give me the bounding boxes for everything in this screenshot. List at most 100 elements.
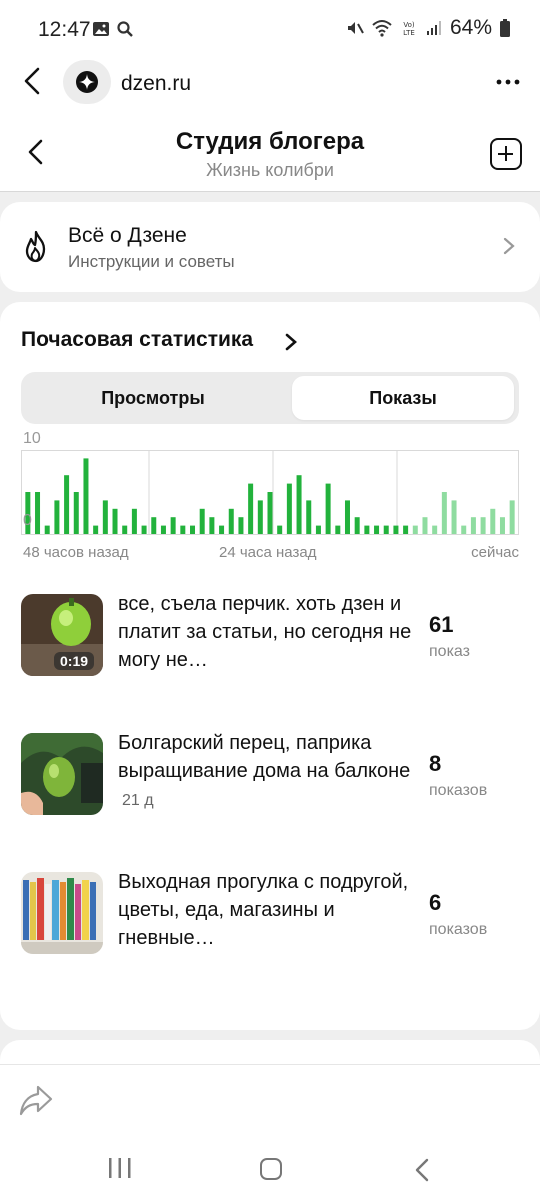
share-icon[interactable] xyxy=(18,1083,54,1117)
chart-bar xyxy=(73,492,79,534)
chart-bar xyxy=(393,525,399,534)
item-title[interactable]: Выходная прогулка с подругой, цветы, еда… xyxy=(118,868,414,952)
list-item[interactable]: Болгарский перец, паприка выращивание до… xyxy=(0,729,540,819)
chart-bar xyxy=(199,508,205,534)
video-thumbnail[interactable] xyxy=(21,872,103,954)
browser-back-icon[interactable] xyxy=(18,66,48,96)
battery-percent: 64% xyxy=(449,16,492,39)
chart-bar xyxy=(509,500,515,534)
impressions-count: 61 xyxy=(429,612,454,637)
system-nav-bar xyxy=(0,1134,540,1200)
status-left-icons xyxy=(92,20,134,38)
chart-bar xyxy=(315,525,321,534)
tab-views[interactable]: Просмотры xyxy=(42,376,264,420)
chevron-right-icon[interactable] xyxy=(284,332,298,352)
about-dzen-card[interactable]: Всё о Дзене Инструкции и советы xyxy=(0,202,540,292)
chart-bar xyxy=(306,500,312,534)
status-bar: 12:47 Vo) LTE 64% xyxy=(0,0,540,60)
home-icon[interactable] xyxy=(260,1158,282,1180)
chart-bar xyxy=(209,517,215,534)
item-title[interactable]: все, съела перчик. хоть дзен и платит за… xyxy=(118,590,414,674)
item-title[interactable]: Болгарский перец, паприка выращивание до… xyxy=(118,729,414,815)
chart-bar xyxy=(441,492,447,534)
x-label-now: сейчас xyxy=(471,544,519,561)
status-right: Vo) LTE 64% xyxy=(346,16,510,40)
about-title: Всё о Дзене xyxy=(68,224,187,247)
chart-bar xyxy=(64,475,70,534)
chart-bar xyxy=(54,500,60,534)
chart-bar xyxy=(335,525,341,534)
chart-bar xyxy=(257,500,263,534)
chart-bar xyxy=(383,525,389,534)
nav-back-icon[interactable] xyxy=(414,1158,430,1182)
chart-bar xyxy=(422,517,428,534)
tab-impressions[interactable]: Показы xyxy=(292,376,514,420)
chart-bar xyxy=(344,500,350,534)
metric-segmented-control: Просмотры Показы xyxy=(21,372,519,424)
chart-bar xyxy=(499,517,505,534)
x-label-24h: 24 часа назад xyxy=(219,544,317,561)
chart-bar xyxy=(93,525,99,534)
chart-bar xyxy=(461,525,467,534)
chart-bar xyxy=(151,517,157,534)
chart-bar xyxy=(238,517,244,534)
dzen-logo-icon xyxy=(76,71,98,93)
recents-icon[interactable] xyxy=(106,1156,134,1180)
list-item[interactable]: Выходная прогулка с подругой, цветы, еда… xyxy=(0,868,540,958)
chart-bar xyxy=(364,525,370,534)
chart-bar xyxy=(219,525,225,534)
site-url[interactable]: dzen.ru xyxy=(121,72,191,96)
list-item[interactable]: 0:19 все, съела перчик. хоть дзен и плат… xyxy=(0,590,540,680)
browser-bar: dzen.ru xyxy=(0,60,540,116)
y-tick-max: 10 xyxy=(23,430,41,447)
chart-bar xyxy=(374,525,380,534)
chart-bar xyxy=(451,500,457,534)
article-thumbnail[interactable] xyxy=(21,733,103,815)
chart-bar xyxy=(190,525,196,534)
item-age: 21 д xyxy=(122,792,154,809)
hourly-chart: 10 0 48 часов назад 24 часа назад сейчас xyxy=(21,430,519,561)
chart-bar xyxy=(131,508,137,534)
chart-bar xyxy=(470,517,476,534)
browser-bottom-bar xyxy=(0,1064,540,1134)
studio-header: Студия блогера Жизнь колибри xyxy=(0,116,540,192)
volte-icon: Vo)LTE xyxy=(403,21,415,37)
y-tick-min: 0 xyxy=(23,512,32,529)
site-info-button[interactable] xyxy=(63,60,111,104)
stats-title[interactable]: Почасовая статистика xyxy=(21,328,253,352)
add-button[interactable] xyxy=(490,138,522,170)
impressions-count: 8 xyxy=(429,751,442,776)
fire-icon xyxy=(25,230,46,263)
chart-bar xyxy=(267,492,273,534)
chart-bar xyxy=(160,525,166,534)
chart-bar xyxy=(248,483,254,534)
chart-bar xyxy=(490,508,496,534)
item-title-text: Болгарский перец, паприка выращивание до… xyxy=(118,732,411,782)
page-subtitle: Жизнь колибри xyxy=(206,160,334,180)
chart-bar xyxy=(296,475,302,534)
chart-bar xyxy=(432,525,438,534)
chart-bar xyxy=(412,525,418,534)
chart-bar xyxy=(170,517,176,534)
chart-bar xyxy=(83,458,89,534)
chart-bars xyxy=(21,450,519,535)
chart-bar xyxy=(141,525,147,534)
more-dots-icon[interactable] xyxy=(496,78,520,86)
chart-bar xyxy=(122,525,128,534)
chart-bar xyxy=(480,517,486,534)
chart-bar xyxy=(102,500,108,534)
battery-icon xyxy=(500,19,510,37)
chart-bar xyxy=(228,508,234,534)
video-duration: 0:19 xyxy=(54,652,95,670)
status-time: 12:47 xyxy=(38,18,91,41)
video-thumbnail[interactable]: 0:19 xyxy=(21,594,103,676)
search-icon xyxy=(117,21,133,37)
chart-bar xyxy=(286,483,292,534)
chart-bar xyxy=(180,525,186,534)
impressions-label: показ xyxy=(429,643,470,660)
page-title: Студия блогера xyxy=(175,128,365,155)
gallery-icon xyxy=(93,22,109,36)
x-label-48h: 48 часов назад xyxy=(23,544,129,561)
mute-icon xyxy=(347,22,364,34)
chart-bar xyxy=(277,525,283,534)
